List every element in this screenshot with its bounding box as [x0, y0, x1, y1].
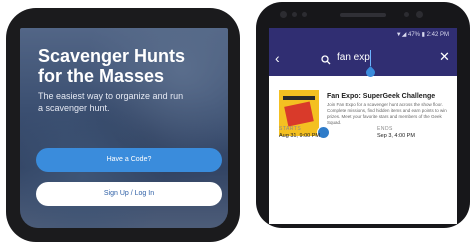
- thumbnail-stripe: [283, 96, 315, 100]
- signup-login-button[interactable]: Sign Up / Log In: [36, 182, 222, 206]
- starts-label: STARTS: [279, 126, 302, 132]
- onboarding-title-line2: for the Masses: [38, 66, 165, 86]
- ends-value: Sep 3, 4:00 PM: [377, 133, 415, 139]
- starts-value: Aug 31, 9:00 PM: [279, 133, 320, 139]
- sensor-dot: [404, 12, 409, 17]
- front-camera: [416, 11, 423, 18]
- onboarding-title-line1: Scavenger Hunts: [38, 46, 186, 66]
- search-input[interactable]: fan exp: [337, 51, 370, 65]
- onboarding-screen: Scavenger Hunts for the Masses The easie…: [20, 28, 228, 228]
- phone-onboarding: Scavenger Hunts for the Masses The easie…: [6, 8, 240, 242]
- speaker-grille: [340, 13, 386, 17]
- text-cursor: [370, 50, 371, 66]
- thumbnail-badge: [284, 101, 314, 127]
- close-icon[interactable]: ✕: [439, 50, 450, 64]
- have-code-button[interactable]: Have a Code?: [36, 148, 222, 172]
- sensor-dot: [292, 12, 297, 17]
- cursor-handle[interactable]: [364, 66, 377, 79]
- search-screen: ▼◢ 47% ▮ 2:42 PM ‹ fan exp ✕ Fan Expo: S…: [269, 28, 457, 224]
- sensor-dot: [302, 12, 307, 17]
- result-description: Join Fan Expo for a scavenger hunt acros…: [327, 102, 447, 125]
- onboarding-subtitle: The easiest way to organize and run a sc…: [38, 91, 184, 113]
- search-bar: ‹ fan exp ✕: [269, 42, 457, 79]
- result-title: Fan Expo: SuperGeek Challenge: [327, 93, 436, 100]
- camera-dot: [280, 11, 287, 18]
- phone-search: ▼◢ 47% ▮ 2:42 PM ‹ fan exp ✕ Fan Expo: S…: [256, 2, 470, 228]
- ends-label: ENDS: [377, 126, 393, 132]
- back-arrow-icon[interactable]: ‹: [275, 51, 280, 65]
- search-icon: [321, 52, 331, 70]
- onboarding-title: Scavenger Hunts for the Masses: [38, 46, 228, 86]
- status-bar: ▼◢ 47% ▮ 2:42 PM: [269, 28, 457, 42]
